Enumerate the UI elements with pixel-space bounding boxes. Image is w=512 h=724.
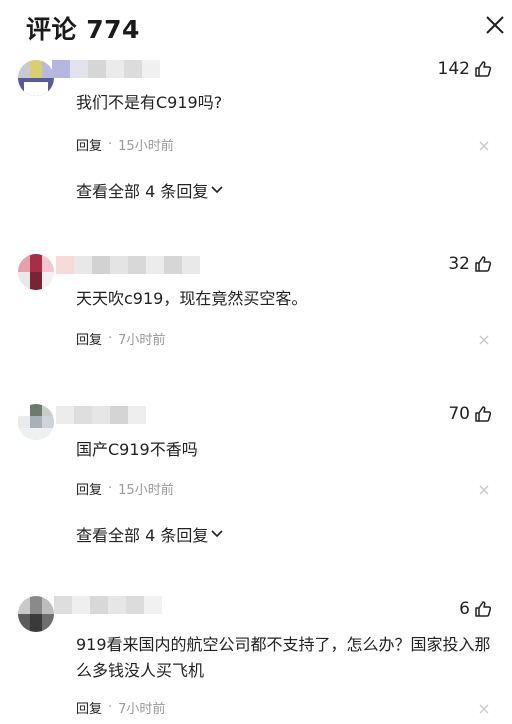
comment-item: 70 国产C919不香吗 回复 · 15小时前 查看全部 4 条回复 — [0, 398, 512, 558]
like-count: 32 — [448, 254, 470, 274]
avatar[interactable] — [18, 404, 54, 440]
chevron-down-icon — [211, 186, 223, 194]
reply-button[interactable]: 回复 — [76, 329, 102, 348]
chevron-down-icon — [211, 530, 223, 538]
view-all-replies[interactable]: 查看全部 4 条回复 — [76, 522, 223, 546]
comment-meta: 回复 · 15小时前 — [76, 477, 496, 499]
like-button[interactable]: 6 — [459, 599, 492, 619]
reply-button[interactable]: 回复 — [76, 135, 102, 154]
timestamp: 7小时前 — [118, 332, 166, 348]
view-replies-label: 查看全部 4 条回复 — [76, 182, 209, 201]
like-button[interactable]: 32 — [448, 254, 492, 274]
comment-text: 919看来国内的航空公司都不支持了，怎么办？国家投入那么多钱没人买飞机 — [76, 635, 491, 680]
like-count: 6 — [459, 599, 470, 619]
dismiss-x-icon[interactable] — [478, 334, 490, 346]
meta-separator: · — [108, 480, 113, 496]
username-blurred[interactable] — [54, 596, 162, 614]
comment-meta: 回复 · 7小时前 — [76, 327, 496, 349]
dismiss-x-icon[interactable] — [478, 140, 490, 152]
comment-meta: 回复 · 7小时前 — [76, 696, 496, 718]
comment-meta: 回复 · 15小时前 — [76, 133, 496, 155]
comment-text: 我们不是有C919吗? — [76, 93, 223, 112]
username-blurred[interactable] — [52, 60, 160, 78]
comment-item: 6 919看来国内的航空公司都不支持了，怎么办？国家投入那么多钱没人买飞机 回复… — [0, 592, 512, 724]
dismiss-x-icon[interactable] — [478, 484, 490, 496]
timestamp: 15小时前 — [118, 482, 174, 498]
username-blurred[interactable] — [56, 256, 200, 274]
username-blurred[interactable] — [56, 406, 146, 424]
thumbs-up-icon[interactable] — [474, 60, 492, 78]
like-count: 142 — [437, 59, 470, 79]
comments-header: 评论 774 — [0, 0, 512, 52]
close-button[interactable] — [482, 12, 508, 38]
page-title: 评论 774 — [26, 15, 140, 44]
comment-text: 国产C919不香吗 — [76, 440, 198, 459]
thumbs-up-icon[interactable] — [474, 255, 492, 273]
view-replies-label: 查看全部 4 条回复 — [76, 526, 209, 545]
close-icon[interactable] — [482, 12, 508, 38]
thumbs-up-icon[interactable] — [474, 405, 492, 423]
comment-item: 142 我们不是有C919吗? 回复 · 15小时前 查看全部 4 条回复 — [0, 52, 512, 212]
like-button[interactable]: 142 — [438, 59, 492, 79]
thumbs-up-icon[interactable] — [474, 600, 492, 618]
meta-separator: · — [108, 699, 113, 715]
timestamp: 7小时前 — [118, 701, 166, 717]
reply-button[interactable]: 回复 — [76, 698, 102, 717]
view-all-replies[interactable]: 查看全部 4 条回复 — [76, 178, 223, 202]
reply-button[interactable]: 回复 — [76, 479, 102, 498]
meta-separator: · — [108, 330, 113, 346]
timestamp: 15小时前 — [118, 138, 174, 154]
like-count: 70 — [448, 404, 470, 424]
meta-separator: · — [108, 136, 113, 152]
comment-item: 32 天天吹c919，现在竟然买空客。 回复 · 7小时前 — [0, 248, 512, 368]
like-button[interactable]: 70 — [448, 404, 492, 424]
avatar[interactable] — [18, 60, 54, 96]
avatar[interactable] — [18, 254, 54, 290]
avatar[interactable] — [18, 596, 54, 632]
dismiss-x-icon[interactable] — [478, 703, 490, 715]
comment-text: 天天吹c919，现在竟然买空客。 — [76, 289, 308, 308]
